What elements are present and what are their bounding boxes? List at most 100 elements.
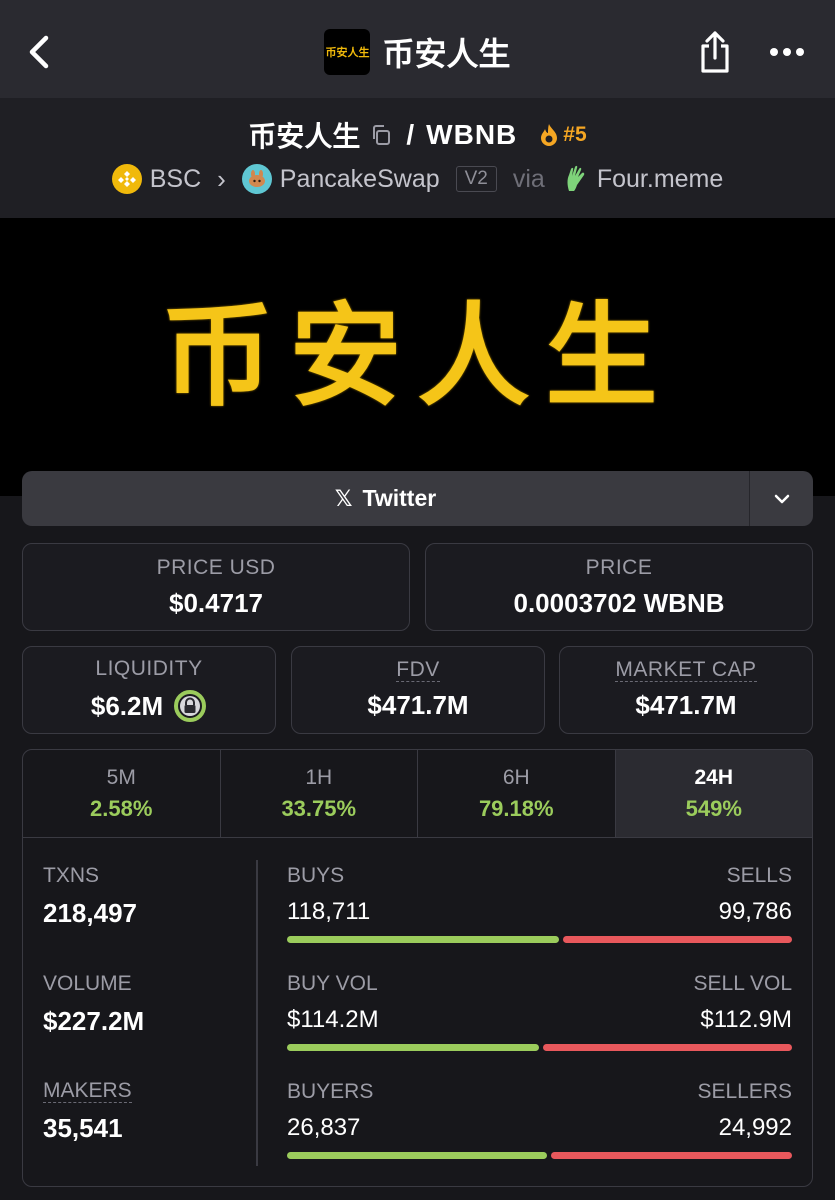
trending-rank-badge[interactable]: #5 bbox=[539, 123, 587, 147]
sell-vol-value: $112.9M bbox=[700, 1006, 792, 1033]
makers-label[interactable]: MAKERS bbox=[43, 1079, 132, 1104]
share-icon bbox=[701, 31, 729, 73]
volume-label: VOLUME bbox=[43, 972, 132, 995]
sell-bar bbox=[563, 936, 792, 943]
txns-label: TXNS bbox=[43, 864, 100, 887]
volume-value: $227.2M bbox=[43, 1006, 145, 1036]
dex-link[interactable]: PancakeSwap bbox=[280, 165, 440, 194]
via-label: via bbox=[512, 164, 545, 193]
buy-bar bbox=[287, 936, 560, 943]
liquidity-card: LIQUIDITY $6.2M bbox=[22, 646, 276, 734]
fdv-label[interactable]: FDV bbox=[396, 658, 440, 683]
price-usd-value: $0.4717 bbox=[169, 587, 263, 618]
sells-value: 99,786 bbox=[718, 898, 792, 925]
txns-metric: TXNS 218,497 bbox=[43, 864, 137, 929]
timeframe-tabs: 5M 2.58% 1H 33.75% 6H 79.18% 24H 549% bbox=[23, 750, 812, 838]
pair-title: 币安人生 / WBNB #5 bbox=[0, 116, 835, 154]
fdv-value: $471.7M bbox=[367, 690, 469, 721]
more-options-button[interactable] bbox=[762, 30, 812, 74]
banner-text: 币安人生 bbox=[161, 292, 674, 422]
x-twitter-icon: 𝕏 bbox=[334, 485, 353, 511]
price-usd-label: PRICE USD bbox=[156, 555, 276, 579]
more-icon bbox=[770, 48, 804, 56]
liquidity-lock-button[interactable] bbox=[173, 689, 207, 723]
price-native-value: 0.0003702 WBNB bbox=[513, 587, 725, 618]
pair-header: 币安人生 / WBNB #5 BSC › PancakeSwap V2 via … bbox=[0, 98, 835, 218]
tab-6h[interactable]: 6H 79.18% bbox=[418, 750, 616, 837]
buy-bar bbox=[287, 1152, 547, 1159]
price-usd-card: PRICE USD $0.4717 bbox=[22, 543, 410, 631]
dex-version-badge: V2 bbox=[455, 166, 497, 192]
volume-split-bar bbox=[287, 1044, 792, 1051]
token-banner: 币安人生 bbox=[0, 218, 835, 496]
buy-vol-value: $114.2M bbox=[287, 1006, 379, 1033]
buy-bar bbox=[287, 1044, 539, 1051]
buyers-value: 26,837 bbox=[287, 1114, 361, 1141]
makers-value: 35,541 bbox=[43, 1113, 123, 1144]
txns-value: 218,497 bbox=[43, 898, 137, 928]
token-logo-text: 币安人生 bbox=[325, 47, 370, 59]
volume-metric: VOLUME $227.2M bbox=[43, 972, 144, 1037]
market-cap-card: MARKET CAP $471.7M bbox=[559, 646, 813, 734]
share-button[interactable] bbox=[694, 26, 736, 78]
chevron-right-icon: › bbox=[217, 163, 226, 194]
liquidity-value-row: $6.2M bbox=[91, 689, 207, 723]
tab-label: 1H bbox=[305, 765, 333, 789]
price-native-card: PRICE 0.0003702 WBNB bbox=[425, 543, 813, 631]
buys-sells-row: BUYS SELLS 118,711 99,786 bbox=[287, 864, 792, 943]
tab-label: 24H bbox=[694, 765, 734, 789]
tab-change: 2.58% bbox=[90, 795, 153, 821]
chevron-down-icon bbox=[774, 494, 789, 503]
app-title-text: 币安人生 bbox=[382, 36, 511, 72]
buyers-sellers-row: BUYERS SELLERS 26,837 24,992 bbox=[287, 1080, 792, 1159]
pair-separator: / bbox=[406, 119, 415, 150]
buys-value: 118,711 bbox=[287, 898, 371, 925]
twitter-button[interactable]: 𝕏 Twitter bbox=[22, 471, 749, 526]
buyers-label: BUYERS bbox=[287, 1080, 374, 1103]
sellers-value: 24,992 bbox=[718, 1114, 792, 1141]
fdv-card: FDV $471.7M bbox=[291, 646, 545, 734]
buyers-sellers-bar bbox=[287, 1152, 792, 1159]
lock-icon bbox=[174, 690, 207, 722]
pair-quote-token: WBNB bbox=[426, 119, 518, 150]
market-cap-label[interactable]: MARKET CAP bbox=[615, 658, 757, 683]
chain-link[interactable]: BSC bbox=[150, 165, 201, 194]
tab-24h[interactable]: 24H 549% bbox=[615, 750, 812, 837]
tab-change: 79.18% bbox=[478, 795, 554, 821]
makers-metric: MAKERS 35,541 bbox=[43, 1079, 132, 1144]
liquidity-label: LIQUIDITY bbox=[95, 657, 203, 680]
liquidity-value: $6.2M bbox=[90, 690, 164, 721]
token-logo: 币安人生 bbox=[324, 29, 371, 75]
top-bar: 币安人生 币安人生 bbox=[0, 0, 835, 98]
buys-sells-bar bbox=[287, 936, 792, 943]
breadcrumb: BSC › PancakeSwap V2 via Four.meme bbox=[0, 160, 835, 198]
sells-label: SELLS bbox=[726, 864, 792, 887]
social-links-bar: 𝕏 Twitter bbox=[22, 471, 813, 526]
tab-1h[interactable]: 1H 33.75% bbox=[221, 750, 418, 837]
pancakeswap-icon bbox=[241, 164, 272, 194]
copy-icon bbox=[373, 125, 391, 145]
rank-text: #5 bbox=[563, 123, 587, 146]
bsc-chain-icon bbox=[111, 164, 142, 194]
four-meme-icon bbox=[561, 164, 589, 194]
sell-vol-label: SELL VOL bbox=[693, 972, 792, 995]
twitter-label: Twitter bbox=[362, 485, 437, 511]
column-divider bbox=[256, 860, 258, 1166]
pair-base-token: 币安人生 bbox=[248, 121, 361, 152]
sell-bar bbox=[543, 1044, 792, 1051]
sell-bar bbox=[550, 1152, 792, 1159]
tab-change: 549% bbox=[685, 795, 742, 821]
stats-panel: 5M 2.58% 1H 33.75% 6H 79.18% 24H 549% TX… bbox=[22, 749, 813, 1187]
tab-5m[interactable]: 5M 2.58% bbox=[23, 750, 221, 837]
buy-vol-label: BUY VOL bbox=[287, 972, 378, 995]
tab-label: 5M bbox=[106, 765, 136, 789]
volume-split-row: BUY VOL SELL VOL $114.2M $112.9M bbox=[287, 972, 792, 1051]
sellers-label: SELLERS bbox=[697, 1080, 792, 1103]
tab-change: 33.75% bbox=[281, 795, 357, 821]
tab-label: 6H bbox=[502, 765, 530, 789]
launchpad-link[interactable]: Four.meme bbox=[597, 165, 723, 194]
flame-icon bbox=[541, 124, 558, 146]
market-cap-value: $471.7M bbox=[635, 690, 737, 721]
copy-address-button[interactable] bbox=[368, 122, 394, 148]
social-dropdown-button[interactable] bbox=[749, 471, 813, 526]
